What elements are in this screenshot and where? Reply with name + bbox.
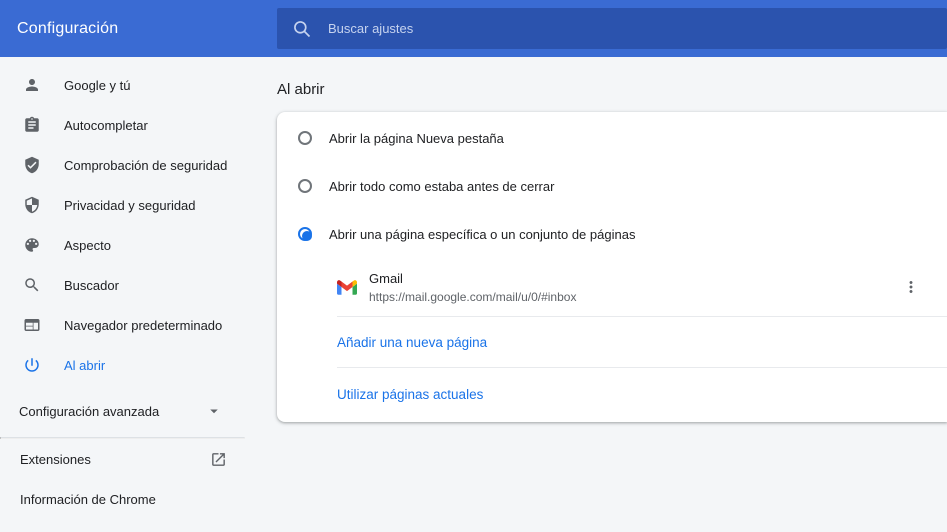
radio-button[interactable] [298, 131, 312, 145]
sidebar-item-label: Comprobación de seguridad [64, 158, 227, 173]
page-title: Configuración [17, 20, 118, 37]
startup-page-title: Gmail [369, 270, 576, 287]
chevron-down-icon [205, 402, 223, 420]
sidebar-item-buscador[interactable]: Buscador [0, 265, 245, 305]
on-startup-card: Abrir la página Nueva pestaña Abrir todo… [277, 112, 947, 422]
search-icon [292, 19, 312, 39]
settings-sidebar: Google y tú Autocompletar Comprobación d… [0, 57, 245, 532]
shield-half-icon [23, 196, 41, 214]
settings-search-box[interactable] [277, 8, 947, 49]
advanced-settings-toggle[interactable]: Configuración avanzada [0, 385, 245, 437]
advanced-settings-label: Configuración avanzada [19, 404, 159, 419]
open-in-new-icon [210, 451, 227, 468]
sidebar-item-label: Buscador [64, 278, 119, 293]
option-label: Abrir la página Nueva pestaña [329, 131, 504, 146]
more-options-button[interactable] [895, 271, 927, 303]
use-current-pages-button[interactable]: Utilizar páginas actuales [277, 368, 947, 420]
section-head: Al abrir [245, 57, 947, 112]
power-icon [23, 356, 41, 374]
startup-page-text: Gmail https://mail.google.com/mail/u/0/#… [369, 270, 576, 305]
sidebar-item-aspecto[interactable]: Aspecto [0, 225, 245, 265]
sidebar-item-google-y-tu[interactable]: Google y tú [0, 65, 245, 105]
sidebar-item-privacidad-seguridad[interactable]: Privacidad y seguridad [0, 185, 245, 225]
settings-toolbar: Configuración [0, 0, 947, 57]
option-label: Abrir una página específica o un conjunt… [329, 227, 635, 242]
sidebar-item-label: Información de Chrome [20, 492, 156, 507]
sidebar-item-al-abrir[interactable]: Al abrir [0, 345, 245, 385]
section-title: Al abrir [277, 81, 947, 98]
sidebar-item-label: Google y tú [64, 78, 131, 93]
sidebar-item-navegador-predeterminado[interactable]: Navegador predeterminado [0, 305, 245, 345]
person-icon [23, 76, 41, 94]
search-icon [23, 276, 41, 294]
sidebar-item-label: Al abrir [64, 358, 105, 373]
shield-check-icon [23, 156, 41, 174]
option-label: Abrir todo como estaba antes de cerrar [329, 179, 554, 194]
sidebar-item-extensiones[interactable]: Extensiones [0, 439, 245, 479]
add-new-page-button[interactable]: Añadir una nueva página [277, 317, 947, 367]
search-input[interactable] [328, 21, 947, 36]
sidebar-item-label: Aspecto [64, 238, 111, 253]
clipboard-icon [23, 116, 41, 134]
gmail-icon [337, 279, 357, 295]
use-current-pages-label: Utilizar páginas actuales [337, 387, 483, 402]
sidebar-item-label: Autocompletar [64, 118, 148, 133]
sidebar-item-comprobacion-seguridad[interactable]: Comprobación de seguridad [0, 145, 245, 185]
radio-button-selected[interactable] [298, 227, 312, 241]
option-open-specific-pages[interactable]: Abrir una página específica o un conjunt… [277, 210, 947, 258]
startup-page-url: https://mail.google.com/mail/u/0/#inbox [369, 289, 576, 305]
palette-icon [23, 236, 41, 254]
settings-content: Al abrir Abrir la página Nueva pestaña A… [245, 57, 947, 532]
sidebar-item-label: Extensiones [20, 452, 91, 467]
sidebar-item-label: Privacidad y seguridad [64, 198, 196, 213]
sidebar-item-autocompletar[interactable]: Autocompletar [0, 105, 245, 145]
more-vert-icon [902, 278, 920, 296]
sidebar-item-label: Navegador predeterminado [64, 318, 222, 333]
browser-icon [23, 316, 41, 334]
radio-button[interactable] [298, 179, 312, 193]
toolbar-title-wrap: Configuración [0, 20, 277, 38]
option-continue-where-left-off[interactable]: Abrir todo como estaba antes de cerrar [277, 162, 947, 210]
option-open-new-tab[interactable]: Abrir la página Nueva pestaña [277, 114, 947, 162]
startup-page-row: Gmail https://mail.google.com/mail/u/0/#… [277, 258, 947, 316]
sidebar-item-informacion-de-chrome[interactable]: Información de Chrome [0, 479, 245, 519]
add-new-page-label: Añadir una nueva página [337, 335, 487, 350]
